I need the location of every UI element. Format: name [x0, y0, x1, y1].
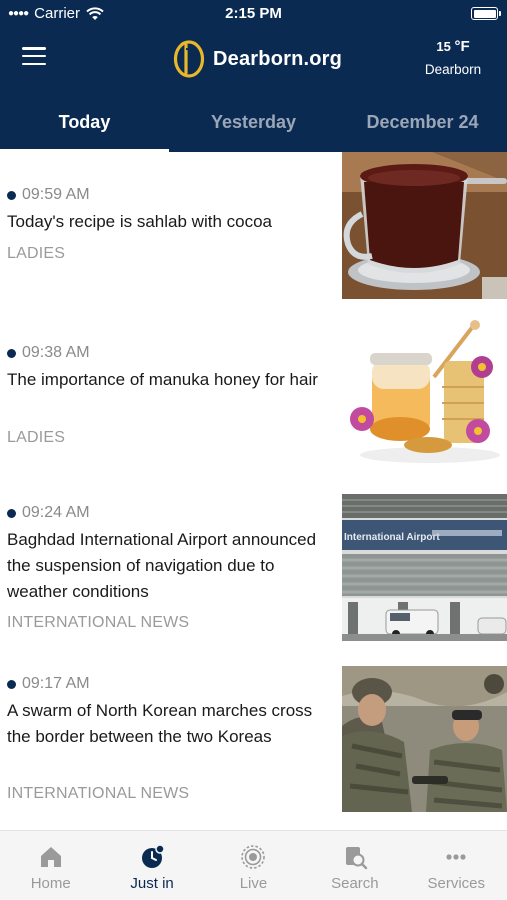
more-icon — [446, 854, 466, 860]
news-category: INTERNATIONAL NEWS — [7, 614, 190, 631]
bullet-dot-icon — [7, 508, 16, 518]
nav-live[interactable]: Live — [203, 831, 304, 900]
date-tabs: Today Yesterday December 24 — [0, 98, 507, 152]
news-category: LADIES — [7, 429, 66, 446]
temperature-value: 15 — [436, 39, 451, 54]
news-item[interactable]: 09:59 AM Today's recipe is sahlab with c… — [0, 152, 507, 312]
tab-yesterday[interactable]: Yesterday — [169, 98, 338, 152]
news-thumbnail-soldiers[interactable] — [342, 666, 507, 812]
news-time-row: 09:17 AM — [7, 675, 90, 693]
nav-label: Services — [427, 875, 486, 892]
news-item[interactable]: 09:24 AM Baghdad International Airport a… — [0, 492, 507, 662]
tab-today[interactable]: Today — [0, 98, 169, 152]
app-header: ●●●● Carrier 2:15 PM Dearborn.org 15 °F — [0, 0, 507, 152]
site-logo[interactable]: Dearborn.org — [173, 39, 342, 79]
news-thumbnail-cocoa[interactable] — [342, 152, 507, 299]
news-time-row: 09:59 AM — [7, 186, 90, 204]
nav-label: Search — [331, 875, 379, 892]
airport-building-image: International Airport — [342, 494, 507, 641]
weather-widget[interactable]: 15 °F Dearborn — [413, 38, 493, 77]
logo-text: Dearborn.org — [213, 47, 343, 70]
bullet-dot-icon — [7, 348, 16, 358]
live-icon — [241, 845, 266, 869]
weather-temperature: 15 °F — [413, 38, 493, 55]
news-thumbnail-airport[interactable]: International Airport — [342, 494, 507, 641]
weather-city: Dearborn — [424, 62, 482, 77]
logo-mark-icon — [173, 40, 205, 78]
news-title[interactable]: The importance of manuka honey for hair — [7, 367, 335, 393]
news-thumbnail-honey[interactable] — [342, 317, 507, 467]
nav-services[interactable]: Services — [406, 831, 507, 900]
bullet-dot-icon — [7, 679, 16, 689]
nav-just-in[interactable]: Just in — [101, 831, 202, 900]
soldiers-image — [342, 666, 507, 812]
news-category: LADIES — [7, 245, 66, 262]
airport-sign-text: International Airport — [344, 532, 440, 543]
nav-label: Live — [239, 875, 268, 892]
battery-icon — [471, 7, 501, 20]
news-item[interactable]: 09:17 AM A swarm of North Korean marches… — [0, 664, 507, 834]
home-icon — [40, 847, 61, 867]
news-time: 09:59 AM — [22, 186, 90, 203]
nav-home[interactable]: Home — [0, 831, 101, 900]
battery-fill — [473, 9, 496, 18]
nav-search[interactable]: Search — [304, 831, 405, 900]
honey-jar-image — [342, 317, 507, 467]
bottom-tab-bar: Home Just in Live Search Services — [0, 830, 507, 900]
temperature-unit: °F — [454, 38, 470, 55]
news-time-row: 09:24 AM — [7, 504, 90, 522]
news-title[interactable]: Baghdad International Airport announced … — [7, 527, 335, 605]
news-title[interactable]: A swarm of North Korean marches cross th… — [7, 698, 335, 750]
news-item[interactable]: 09:38 AM The importance of manuka honey … — [0, 317, 507, 487]
cocoa-cup-image — [342, 152, 507, 299]
tab-december-24[interactable]: December 24 — [338, 98, 507, 152]
status-bar: ●●●● Carrier 2:15 PM — [0, 0, 507, 28]
search-icon — [345, 847, 368, 870]
news-time: 09:24 AM — [22, 504, 90, 521]
bullet-dot-icon — [7, 190, 16, 200]
clock-icon — [142, 844, 165, 868]
nav-label: Just in — [130, 875, 174, 892]
hamburger-menu-icon[interactable] — [22, 47, 48, 69]
news-time-row: 09:38 AM — [7, 344, 90, 362]
nav-label: Home — [30, 875, 71, 892]
news-time: 09:38 AM — [22, 344, 90, 361]
status-time: 2:15 PM — [225, 5, 282, 22]
news-category: INTERNATIONAL NEWS — [7, 785, 190, 802]
news-time: 09:17 AM — [22, 675, 90, 692]
news-title[interactable]: Today's recipe is sahlab with cocoa — [7, 209, 335, 235]
